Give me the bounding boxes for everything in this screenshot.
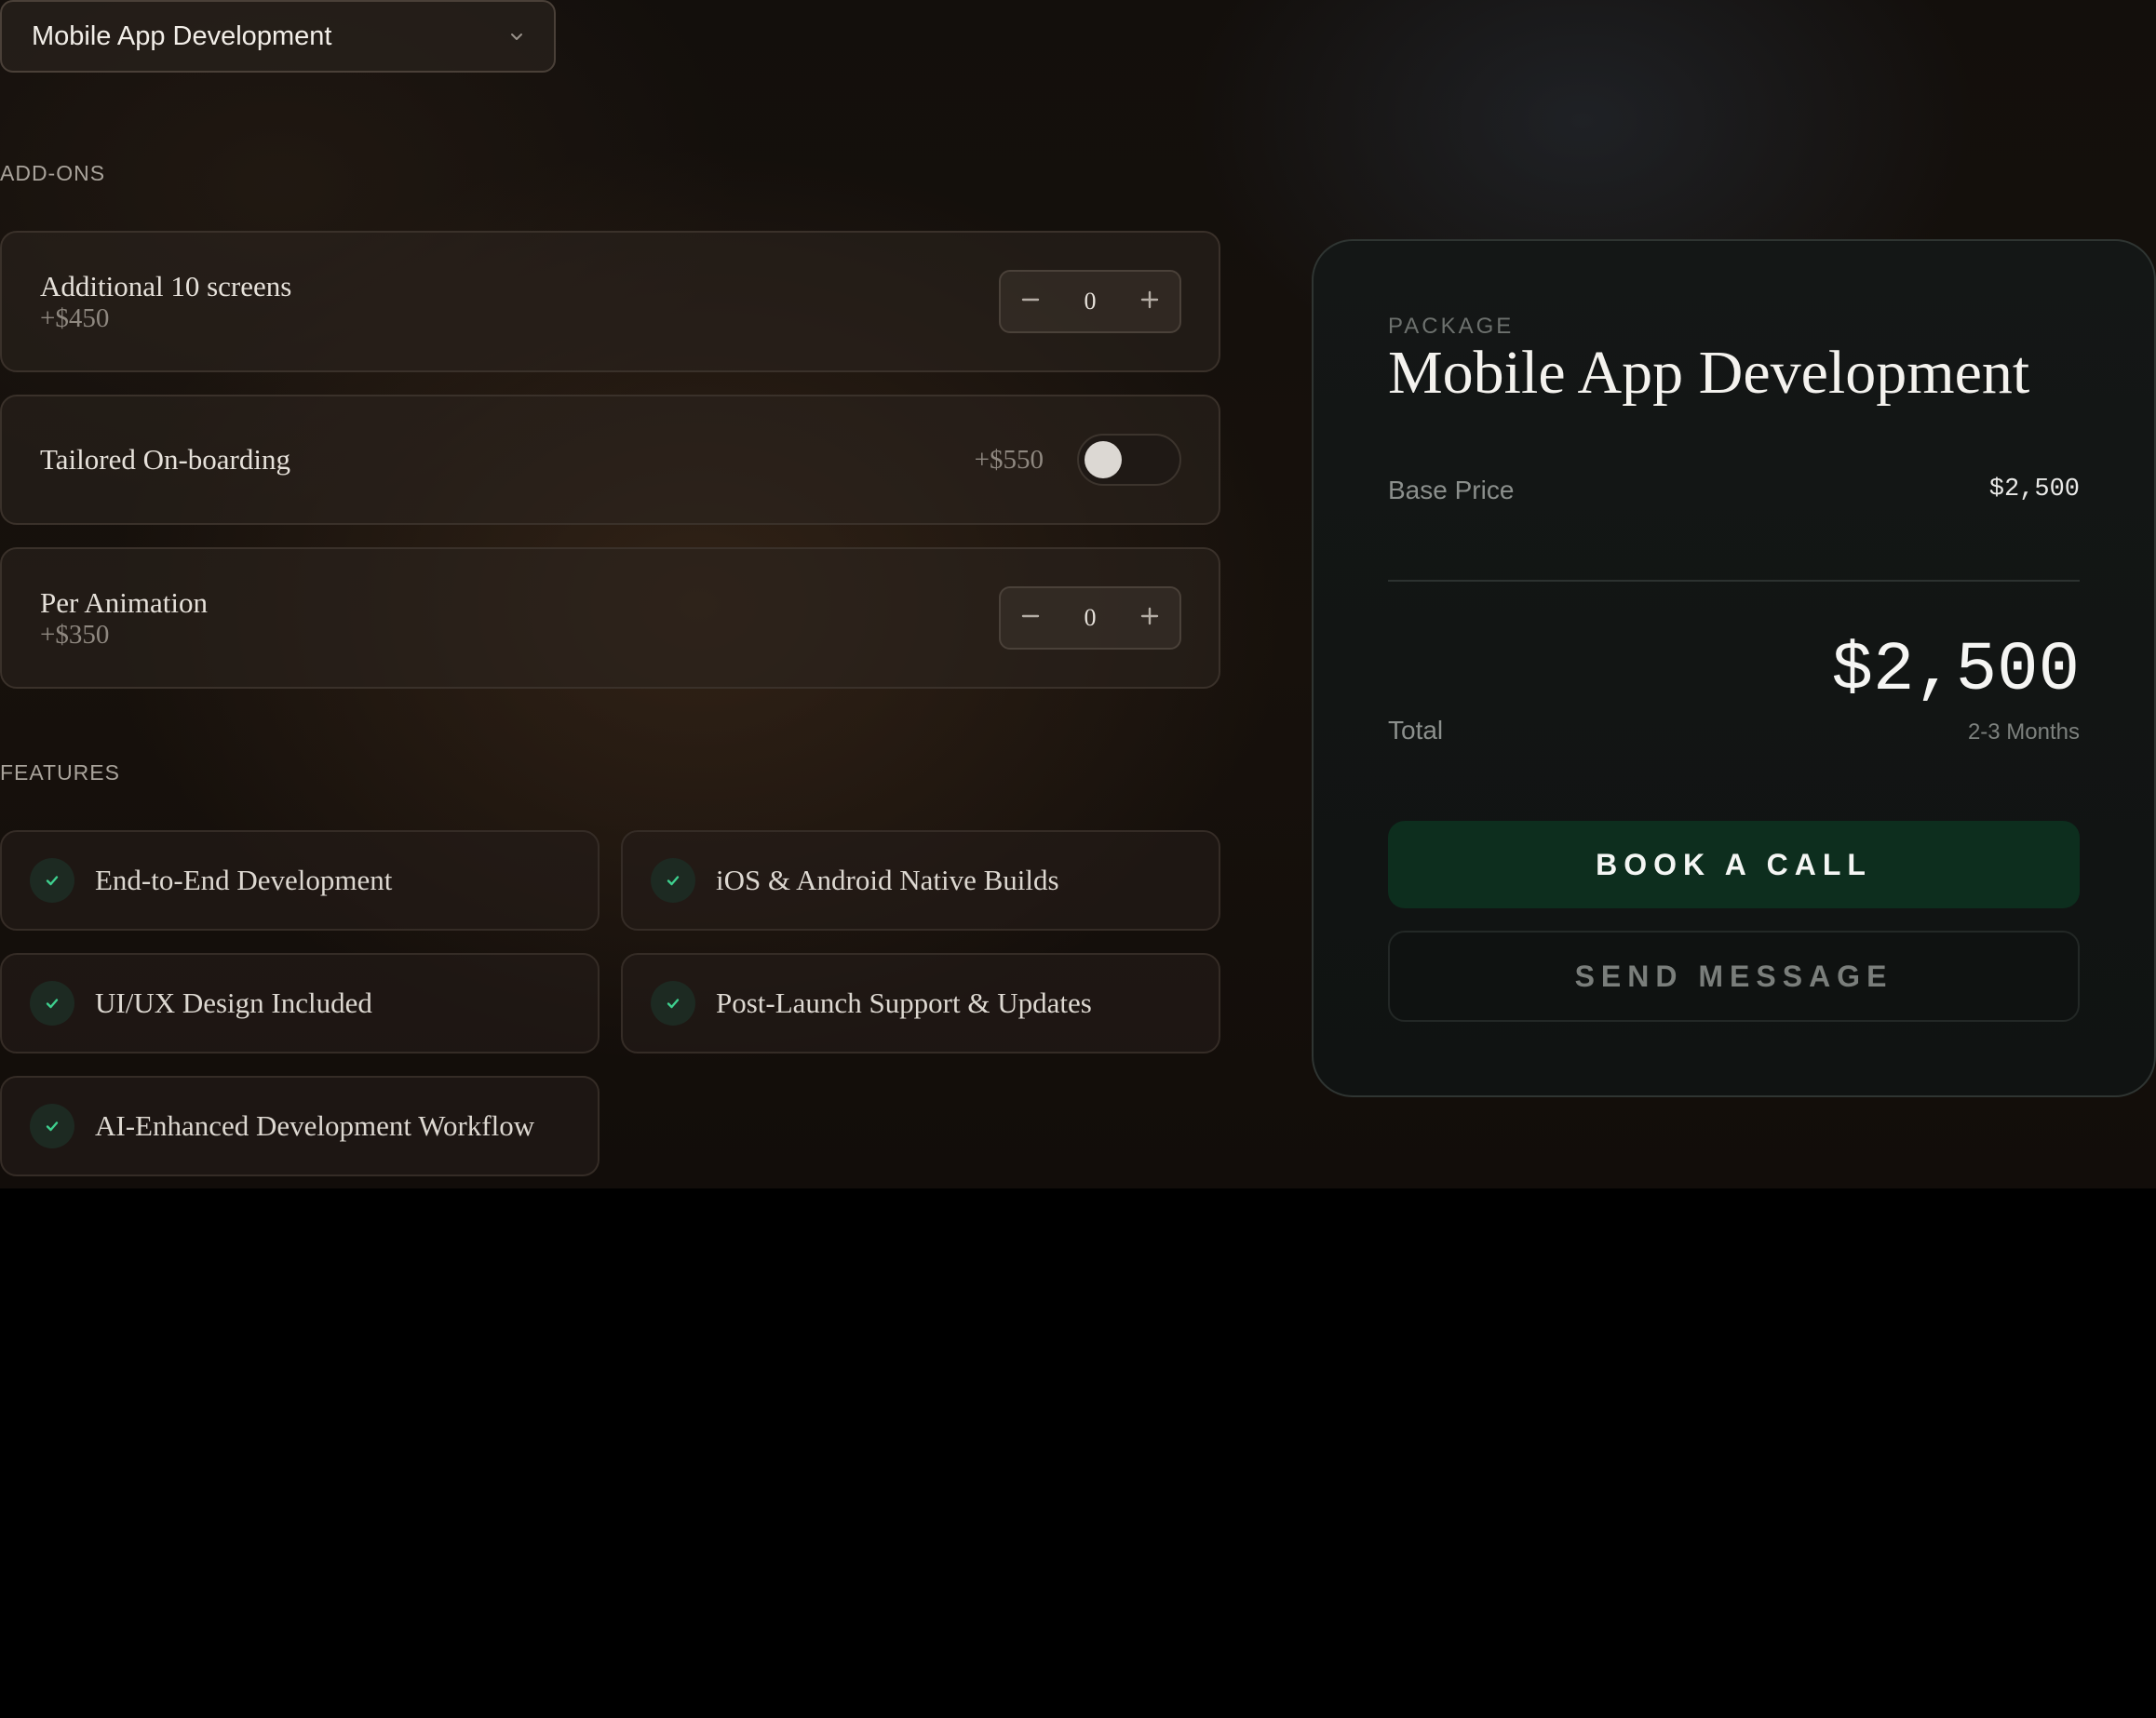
decrement-button[interactable] bbox=[1001, 588, 1060, 648]
addons-heading: ADD-ONS bbox=[0, 161, 106, 185]
total-label: Total bbox=[1388, 716, 1444, 745]
increment-button[interactable] bbox=[1120, 588, 1179, 648]
feature-label: End-to-End Development bbox=[95, 864, 393, 896]
feature-label: iOS & Android Native Builds bbox=[716, 864, 1059, 896]
send-message-button[interactable]: SEND MESSAGE bbox=[1388, 931, 2080, 1022]
total-amount: $2,500 bbox=[1831, 632, 2080, 710]
addon-name: Tailored On-boarding bbox=[40, 443, 290, 476]
increment-button[interactable] bbox=[1120, 272, 1179, 331]
feature-item: iOS & Android Native Builds bbox=[621, 830, 1220, 931]
addon-card-animation: Per Animation +$350 0 bbox=[0, 547, 1220, 689]
service-select[interactable]: Mobile App Development bbox=[0, 0, 556, 73]
package-summary-panel: PACKAGE Mobile App Development Base Pric… bbox=[1312, 239, 2156, 1097]
toggle-knob bbox=[1085, 441, 1122, 478]
pricing-configurator: Mobile App Development ADD-ONS Additiona… bbox=[0, 0, 2156, 1188]
feature-item: Post-Launch Support & Updates bbox=[621, 953, 1220, 1054]
addon-card-screens: Additional 10 screens +$450 0 bbox=[0, 231, 1220, 372]
divider bbox=[1388, 580, 2080, 582]
feature-label: UI/UX Design Included bbox=[95, 987, 372, 1019]
check-icon bbox=[651, 858, 695, 903]
package-kicker: PACKAGE bbox=[1388, 314, 1515, 339]
quantity-stepper: 0 bbox=[999, 586, 1181, 650]
plus-icon bbox=[1139, 289, 1160, 315]
decrement-button[interactable] bbox=[1001, 272, 1060, 331]
addon-card-onboarding: Tailored On-boarding +$550 bbox=[0, 395, 1220, 525]
quantity-value: 0 bbox=[1084, 604, 1097, 631]
check-icon bbox=[30, 1104, 74, 1148]
book-a-call-button[interactable]: BOOK A CALL bbox=[1388, 821, 2080, 908]
addon-price: +$350 bbox=[40, 620, 110, 650]
addon-price: +$550 bbox=[974, 444, 1044, 475]
features-heading: FEATURES bbox=[0, 760, 120, 785]
minus-icon bbox=[1020, 606, 1041, 631]
addon-price: +$450 bbox=[40, 303, 110, 333]
base-price-value: $2,500 bbox=[1988, 476, 2080, 503]
duration-text: 2-3 Months bbox=[1967, 719, 2080, 745]
addon-name: Per Animation bbox=[40, 586, 208, 619]
check-icon bbox=[30, 981, 74, 1026]
plus-icon bbox=[1139, 606, 1160, 631]
check-icon bbox=[30, 858, 74, 903]
quantity-value: 0 bbox=[1084, 288, 1097, 315]
feature-label: AI-Enhanced Development Workflow bbox=[95, 1109, 535, 1142]
addon-name: Additional 10 screens bbox=[40, 270, 292, 302]
base-price-label: Base Price bbox=[1388, 476, 1515, 504]
package-title: Mobile App Development bbox=[1388, 339, 2030, 407]
chevron-down-icon bbox=[509, 29, 524, 44]
minus-icon bbox=[1020, 289, 1041, 315]
feature-item: End-to-End Development bbox=[0, 830, 600, 931]
addon-toggle-group: +$550 bbox=[975, 434, 1181, 486]
feature-label: Post-Launch Support & Updates bbox=[716, 987, 1092, 1019]
onboarding-toggle[interactable] bbox=[1077, 434, 1181, 486]
check-icon bbox=[651, 981, 695, 1026]
service-select-value: Mobile App Development bbox=[32, 20, 332, 51]
feature-item: UI/UX Design Included bbox=[0, 953, 600, 1054]
feature-item: AI-Enhanced Development Workflow bbox=[0, 1076, 600, 1176]
quantity-stepper: 0 bbox=[999, 270, 1181, 333]
